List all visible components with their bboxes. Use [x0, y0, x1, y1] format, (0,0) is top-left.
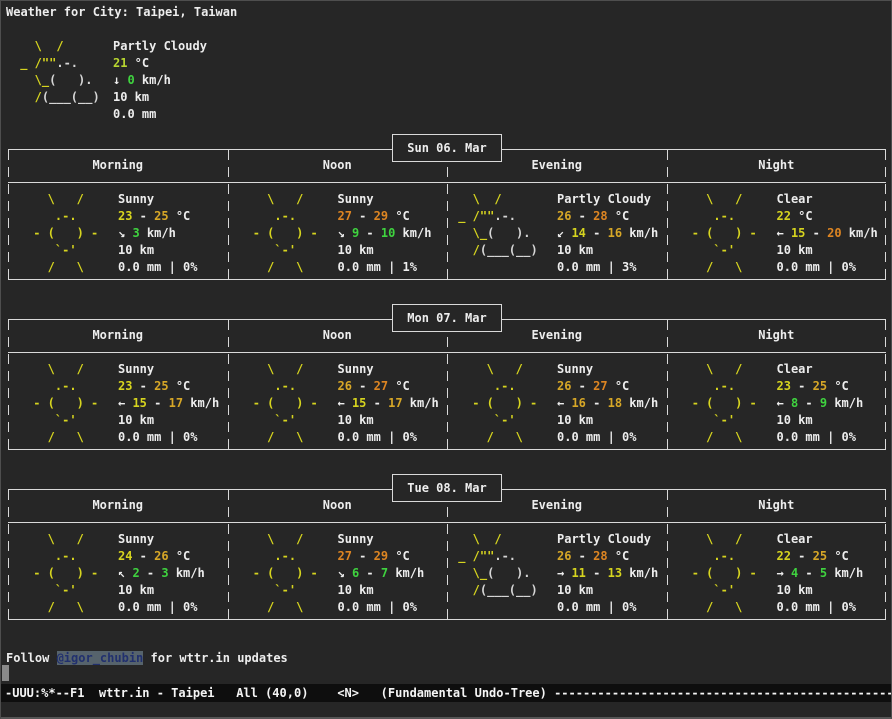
- footer-suffix: for wttr.in updates: [143, 651, 288, 665]
- forecast-cell-mon-07-mar-evening: \ / .-. - ( ) - `-' / \ Sunny26 - 27 °C← …: [447, 353, 667, 449]
- sunny-icon: \ / .-. - ( ) - `-' / \: [685, 191, 757, 276]
- forecast-cell-sun-06-mar-night: \ / .-. - ( ) - `-' / \ Clear22 °C← 15 - …: [667, 183, 887, 279]
- sunny-icon: \ / .-. - ( ) - `-' / \: [465, 361, 537, 446]
- forecast-cell-mon-07-mar-noon: \ / .-. - ( ) - `-' / \ Sunny26 - 27 °C← …: [228, 353, 448, 449]
- forecast-readings: Sunny26 - 27 °C← 15 - 17 km/h10 km0.0 mm…: [338, 361, 439, 446]
- column-header-night: Night: [667, 320, 887, 352]
- forecast-readings: Partly Cloudy26 - 28 °C→ 11 - 13 km/h10 …: [557, 531, 658, 616]
- footer-prefix: Follow: [6, 651, 57, 665]
- forecast-cell-mon-07-mar-morning: \ / .-. - ( ) - `-' / \ Sunny23 - 25 °C← …: [8, 353, 228, 449]
- sunny-icon: \ / .-. - ( ) - `-' / \: [685, 531, 757, 616]
- sunny-icon: \ / .-. - ( ) - `-' / \: [685, 361, 757, 446]
- forecast-cell-tue-08-mar-evening: \ / _ /"".-. \_( ). /(___(__) Partly Clo…: [447, 523, 667, 619]
- forecast-cells: \ / .-. - ( ) - `-' / \ Sunny23 - 25 °C← …: [8, 353, 886, 449]
- forecast-readings: Sunny26 - 27 °C← 16 - 18 km/h10 km0.0 mm…: [557, 361, 658, 446]
- forecast-readings: Clear23 - 25 °C← 8 - 9 km/h10 km0.0 mm |…: [777, 361, 864, 446]
- date-label: Mon 07. Mar: [392, 304, 502, 332]
- forecast-readings: Sunny23 - 25 °C↘ 3 km/h10 km0.0 mm | 0%: [118, 191, 197, 276]
- forecast-table-mon-07-mar: MorningNoonEveningNight \ / .-. - ( ) - …: [8, 319, 886, 450]
- sunny-icon: \ / .-. - ( ) - `-' / \: [246, 361, 318, 446]
- forecast-cell-sun-06-mar-evening: \ / _ /"".-. \_( ). /(___(__) Partly Clo…: [447, 183, 667, 279]
- forecast-cells: \ / .-. - ( ) - `-' / \ Sunny24 - 26 °C↖ …: [8, 523, 886, 619]
- forecast-readings: Sunny23 - 25 °C← 15 - 17 km/h10 km0.0 mm…: [118, 361, 219, 446]
- forecast-readings: Sunny24 - 26 °C↖ 2 - 3 km/h10 km0.0 mm |…: [118, 531, 205, 616]
- date-label: Sun 06. Mar: [392, 134, 502, 162]
- forecast-readings: Clear22 - 25 °C→ 4 - 5 km/h10 km0.0 mm |…: [777, 531, 864, 616]
- column-header-morning: Morning: [8, 320, 228, 352]
- current-conditions: \ / _ /"".-. \_( ). /(___(__) Partly Clo…: [13, 38, 433, 128]
- forecast-readings: Sunny27 - 29 °C↘ 6 - 7 km/h10 km0.0 mm |…: [338, 531, 425, 616]
- forecast-table-sun-06-mar: MorningNoonEveningNight \ / .-. - ( ) - …: [8, 149, 886, 280]
- forecast-cell-tue-08-mar-morning: \ / .-. - ( ) - `-' / \ Sunny24 - 26 °C↖ …: [8, 523, 228, 619]
- column-header-morning: Morning: [8, 490, 228, 522]
- modeline-text: -UUU:%*--F1 wttr.in - Taipei All (40,0) …: [5, 686, 891, 700]
- date-label: Tue 08. Mar: [392, 474, 502, 502]
- sunny-icon: \ / .-. - ( ) - `-' / \: [26, 531, 98, 616]
- forecast-cell-sun-06-mar-morning: \ / .-. - ( ) - `-' / \ Sunny23 - 25 °C↘ …: [8, 183, 228, 279]
- forecast-cell-tue-08-mar-noon: \ / .-. - ( ) - `-' / \ Sunny27 - 29 °C↘ …: [228, 523, 448, 619]
- footer: Follow @igor_chubin for wttr.in updates: [6, 650, 288, 667]
- partly-cloudy-icon: \ / _ /"".-. \_( ). /(___(__): [451, 531, 538, 599]
- sunny-icon: \ / .-. - ( ) - `-' / \: [246, 191, 318, 276]
- sunny-icon: \ / .-. - ( ) - `-' / \: [246, 531, 318, 616]
- forecast-cells: \ / .-. - ( ) - `-' / \ Sunny23 - 25 °C↘ …: [8, 183, 886, 279]
- partly-cloudy-icon: \ / _ /"".-. \_( ). /(___(__): [13, 38, 100, 106]
- partly-cloudy-icon: \ / _ /"".-. \_( ). /(___(__): [451, 191, 538, 259]
- forecast-cell-mon-07-mar-night: \ / .-. - ( ) - `-' / \ Clear23 - 25 °C← …: [667, 353, 887, 449]
- sunny-icon: \ / .-. - ( ) - `-' / \: [26, 361, 98, 446]
- forecast-readings: Clear22 °C← 15 - 20 km/h10 km0.0 mm | 0%: [777, 191, 878, 276]
- forecast-readings: Partly Cloudy26 - 28 °C↙ 14 - 16 km/h10 …: [557, 191, 658, 276]
- column-header-night: Night: [667, 150, 887, 182]
- forecast-cell-sun-06-mar-noon: \ / .-. - ( ) - `-' / \ Sunny27 - 29 °C↘ …: [228, 183, 448, 279]
- page-title: Weather for City: Taipei, Taiwan: [6, 4, 237, 21]
- current-readings: Partly Cloudy21 °C↓ 0 km/h10 km0.0 mm: [113, 38, 207, 123]
- twitter-handle-link[interactable]: @igor_chubin: [57, 651, 144, 665]
- terminal-window: Weather for City: Taipei, Taiwan \ / _ /…: [0, 0, 892, 719]
- sunny-icon: \ / .-. - ( ) - `-' / \: [26, 191, 98, 276]
- column-header-morning: Morning: [8, 150, 228, 182]
- column-header-night: Night: [667, 490, 887, 522]
- text-cursor: [2, 665, 9, 681]
- forecast-cell-tue-08-mar-night: \ / .-. - ( ) - `-' / \ Clear22 - 25 °C→ …: [667, 523, 887, 619]
- forecast-table-tue-08-mar: MorningNoonEveningNight \ / .-. - ( ) - …: [8, 489, 886, 620]
- forecast-readings: Sunny27 - 29 °C↘ 9 - 10 km/h10 km0.0 mm …: [338, 191, 432, 276]
- emacs-modeline: -UUU:%*--F1 wttr.in - Taipei All (40,0) …: [1, 684, 891, 702]
